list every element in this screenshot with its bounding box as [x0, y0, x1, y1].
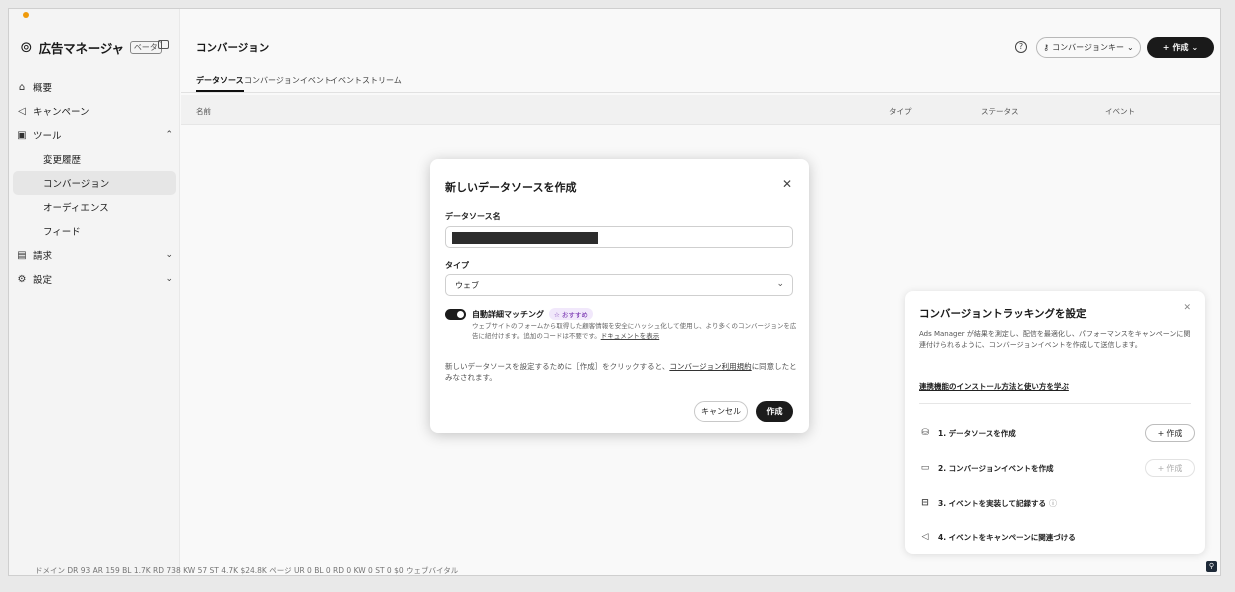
cancel-button[interactable]: キャンセル	[694, 401, 748, 422]
conversion-terms-link[interactable]: コンバージョン利用規約	[669, 362, 751, 371]
setup-step-3: ⊟ 3. イベントを実装して記録する ⓘ	[919, 493, 1195, 513]
divider	[919, 403, 1191, 404]
auto-advanced-matching-title: 自動詳細マッチング ☆ おすすめ	[472, 308, 593, 320]
type-select[interactable]: ウェブ ⌄	[445, 274, 793, 296]
close-icon[interactable]: ✕	[1183, 303, 1191, 313]
learn-integration-link[interactable]: 連携機能のインストール方法と使い方を学ぶ	[919, 381, 1069, 392]
info-icon[interactable]: ⓘ	[1049, 498, 1057, 509]
step-2-create-button[interactable]: + 作成	[1145, 459, 1195, 477]
documentation-link[interactable]: ドキュメントを表示	[601, 332, 660, 340]
data-source-name-input[interactable]	[445, 226, 793, 248]
step-1-create-button[interactable]: + 作成	[1145, 424, 1195, 442]
terms-consent-text: 新しいデータソースを設定するために［作成］をクリックすると、コンバージョン利用規…	[445, 361, 800, 383]
datasource-icon: ⛁	[921, 428, 929, 438]
step-label: 1. データソースを作成	[938, 428, 1016, 438]
create-data-source-dialog: 新しいデータソースを作成 ✕ データソース名 タイプ ウェブ ⌄ 自動詳細マッチ…	[430, 159, 809, 433]
step-button-label: 作成	[1166, 428, 1183, 438]
step-label: 3. イベントを実装して記録する	[938, 498, 1046, 508]
submit-create-button[interactable]: 作成	[756, 401, 793, 422]
dialog-title: 新しいデータソースを作成	[445, 181, 577, 194]
step-label: 2. コンバージョンイベントを作成	[938, 463, 1054, 473]
redacted-value	[452, 232, 598, 244]
extension-icon[interactable]: ⚲	[1206, 561, 1217, 572]
matching-description: ウェブサイトのフォームから取得した顧客情報を安全にハッシュ化して使用し、より多く…	[472, 321, 797, 341]
consent-pre: 新しいデータソースを設定するために［作成］をクリックすると、	[445, 362, 670, 371]
panel-description: Ads Manager が結果を測定し、配信を最適化し、パフォーマンスをキャンペ…	[919, 330, 1191, 349]
calendar-icon: ▭	[920, 463, 930, 473]
conversion-tracking-setup-panel: コンバージョントラッキングを設定 ✕ Ads Manager が結果を測定し、配…	[905, 291, 1205, 554]
step-button-label: 作成	[1166, 463, 1183, 473]
setup-step-1: ⛁ 1. データソースを作成 + 作成	[919, 423, 1195, 443]
data-source-name-label: データソース名	[445, 212, 501, 221]
chevron-down-icon: ⌄	[776, 279, 784, 289]
auto-advanced-matching-toggle[interactable]	[445, 309, 466, 320]
app-window: ⊚ 広告マネージャ ベータ ⌂ 概要 ◁ キャンペーン ▣ ツール ⌃ 変更履歴	[8, 8, 1221, 576]
step-label: 4. イベントをキャンペーンに関連づける	[938, 532, 1076, 542]
recommended-badge: ☆ おすすめ	[549, 308, 593, 320]
recommended-badge-label: おすすめ	[561, 311, 588, 319]
panel-title: コンバージョントラッキングを設定	[919, 308, 1087, 320]
type-select-value: ウェブ	[455, 281, 479, 290]
type-label: タイプ	[445, 261, 469, 270]
code-icon: ⊟	[921, 498, 929, 508]
setup-step-4: ◁ 4. イベントをキャンペーンに関連づける	[919, 527, 1195, 547]
matching-title-text: 自動詳細マッチング	[472, 309, 544, 319]
megaphone-icon: ◁	[921, 532, 929, 542]
setup-step-2: ▭ 2. コンバージョンイベントを作成 + 作成	[919, 458, 1195, 478]
close-icon[interactable]: ✕	[782, 177, 792, 191]
